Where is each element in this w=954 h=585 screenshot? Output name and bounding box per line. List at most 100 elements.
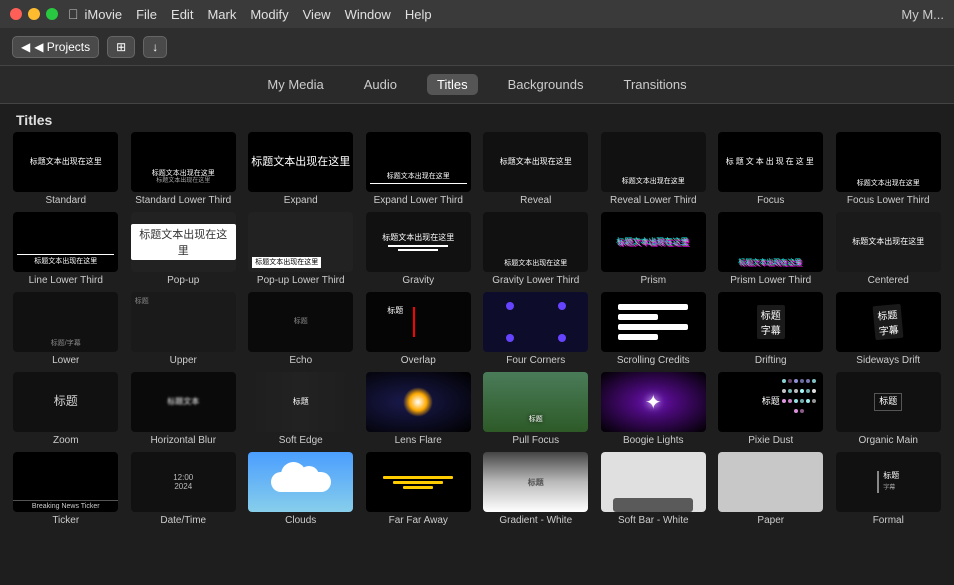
grid-item-overlap[interactable]: 标题Overlap (363, 292, 475, 366)
thumb-label-expand-lower-third: Expand Lower Third (374, 195, 463, 206)
grid-item-prism[interactable]: 标题文本出现在这里Prism (598, 212, 710, 286)
thumb-label-gravity: Gravity (402, 275, 434, 286)
grid-item-gradient-white[interactable]: 标题Gradient - White (480, 452, 592, 526)
thumb-label-prism: Prism (640, 275, 666, 286)
grid-item-drifting[interactable]: 标题字幕Drifting (715, 292, 827, 366)
tab-my-media[interactable]: My Media (257, 74, 333, 95)
minimize-button[interactable] (28, 8, 40, 20)
download-button[interactable]: ↓ (143, 36, 167, 58)
grid-item-pop-up[interactable]: 标题文本出现在这里Pop-up (128, 212, 240, 286)
close-button[interactable] (10, 8, 22, 20)
grid-item-centered[interactable]: 标题文本出现在这里Centered (833, 212, 945, 286)
grid-item-line-lower-third[interactable]: 标题文本出现在这里Line Lower Third (10, 212, 122, 286)
thumb-label-horizontal-blur: Horizontal Blur (150, 435, 216, 446)
grid-item-focus-lower-third[interactable]: 标题文本出现在这里Focus Lower Third (833, 132, 945, 206)
grid-view-button[interactable]: ⊞ (107, 36, 135, 58)
thumb-label-echo: Echo (289, 355, 312, 366)
thumb-label-pixie-dust: Pixie Dust (748, 435, 793, 446)
grid-item-far-far-away[interactable]: Far Far Away (363, 452, 475, 526)
back-icon: ◀ (21, 40, 30, 54)
grid-item-echo[interactable]: 标题Echo (245, 292, 357, 366)
grid-item-lower[interactable]: 标题/字幕Lower (10, 292, 122, 366)
grid-item-reveal[interactable]: 标题文本出现在这里Reveal (480, 132, 592, 206)
grid-item-clouds[interactable]: Clouds (245, 452, 357, 526)
thumb-label-soft-edge: Soft Edge (279, 435, 323, 446)
thumb-label-centered: Centered (868, 275, 909, 286)
tab-backgrounds[interactable]: Backgrounds (498, 74, 594, 95)
thumb-label-pop-up-lower-third: Pop-up Lower Third (257, 275, 345, 286)
thumb-label-zoom: Zoom (53, 435, 79, 446)
thumb-label-lens-flare: Lens Flare (395, 435, 442, 446)
window-title: My M... (901, 7, 944, 22)
section-title: Titles (0, 104, 954, 132)
thumb-label-pop-up: Pop-up (167, 275, 199, 286)
tab-audio[interactable]: Audio (354, 74, 407, 95)
grid-item-expand[interactable]: 标题文本出现在这里Expand (245, 132, 357, 206)
traffic-lights (10, 8, 58, 20)
thumb-label-pull-focus: Pull Focus (512, 435, 559, 446)
thumb-label-lower: Lower (52, 355, 79, 366)
thumb-label-organic-main: Organic Main (859, 435, 918, 446)
apple-logo-icon:  (68, 6, 79, 22)
grid-item-standard-lower-third[interactable]: 标题文本出现在这里标题文本出现在这里Standard Lower Third (128, 132, 240, 206)
nav-tabs: My Media Audio Titles Backgrounds Transi… (0, 66, 954, 104)
grid-item-prism-lower-third[interactable]: 标题文本出现在这里Prism Lower Third (715, 212, 827, 286)
thumb-label-clouds: Clouds (285, 515, 316, 526)
grid-item-lens-flare[interactable]: Lens Flare (363, 372, 475, 446)
grid-item-standard[interactable]: 标题文本出现在这里Standard (10, 132, 122, 206)
tab-titles[interactable]: Titles (427, 74, 478, 95)
grid-item-pop-up-lower-third[interactable]: 标题文本出现在这里Pop-up Lower Third (245, 212, 357, 286)
menu-view[interactable]: View (303, 7, 331, 22)
grid-item-focus[interactable]: 标题文本出现在这里Focus (715, 132, 827, 206)
grid-item-horizontal-blur[interactable]: 标题文本Horizontal Blur (128, 372, 240, 446)
grid-item-zoom[interactable]: 标题Zoom (10, 372, 122, 446)
titles-grid: 标题文本出现在这里Standard标题文本出现在这里标题文本出现在这里Stand… (10, 132, 944, 526)
menu-window[interactable]: Window (345, 7, 391, 22)
menu-edit[interactable]: Edit (171, 7, 193, 22)
grid-item-expand-lower-third[interactable]: 标题文本出现在这里Expand Lower Third (363, 132, 475, 206)
thumb-label-expand: Expand (284, 195, 318, 206)
grid-item-organic-main[interactable]: 标题Organic Main (833, 372, 945, 446)
thumb-label-reveal-lower-third: Reveal Lower Third (610, 195, 697, 206)
grid-item-pull-focus[interactable]: 标题Pull Focus (480, 372, 592, 446)
thumb-label-formal: Formal (873, 515, 904, 526)
thumb-label-paper: Paper (757, 515, 784, 526)
grid-item-date-time[interactable]: 12:002024Date/Time (128, 452, 240, 526)
grid-item-sideways-drift[interactable]: 标题字幕Sideways Drift (833, 292, 945, 366)
thumb-label-boogie-lights: Boogie Lights (623, 435, 684, 446)
grid-item-formal[interactable]: 标题字幕Formal (833, 452, 945, 526)
grid-item-four-corners[interactable]: Four Corners (480, 292, 592, 366)
grid-item-reveal-lower-third[interactable]: 标题文本出现在这里Reveal Lower Third (598, 132, 710, 206)
thumb-label-focus-lower-third: Focus Lower Third (847, 195, 930, 206)
thumb-label-four-corners: Four Corners (506, 355, 565, 366)
grid-item-ticker[interactable]: Breaking News TickerTicker (10, 452, 122, 526)
projects-label: ◀ Projects (34, 40, 90, 54)
grid-item-gravity-lower-third[interactable]: 标题文本出现在这里Gravity Lower Third (480, 212, 592, 286)
thumb-label-soft-bar-white: Soft Bar - White (618, 515, 689, 526)
grid-item-boogie-lights[interactable]: ✦Boogie Lights (598, 372, 710, 446)
grid-item-upper[interactable]: 标题Upper (128, 292, 240, 366)
menu-modify[interactable]: Modify (250, 7, 288, 22)
grid-item-soft-edge[interactable]: 标题Soft Edge (245, 372, 357, 446)
thumb-label-gradient-white: Gradient - White (499, 515, 572, 526)
projects-button[interactable]: ◀ ◀ Projects (12, 36, 99, 58)
titles-grid-container[interactable]: 标题文本出现在这里Standard标题文本出现在这里标题文本出现在这里Stand… (0, 132, 954, 577)
grid-item-paper[interactable]: Paper (715, 452, 827, 526)
grid-item-gravity[interactable]: 标题文本出现在这里Gravity (363, 212, 475, 286)
toolbar: ◀ ◀ Projects ⊞ ↓ (0, 28, 954, 66)
maximize-button[interactable] (46, 8, 58, 20)
download-icon: ↓ (152, 40, 158, 54)
thumb-label-standard: Standard (45, 195, 86, 206)
menu-help[interactable]: Help (405, 7, 432, 22)
grid-item-pixie-dust[interactable]: 标题Pixie Dust (715, 372, 827, 446)
grid-item-scrolling-credits[interactable]: Scrolling Credits (598, 292, 710, 366)
menu-file[interactable]: File (136, 7, 157, 22)
menu-mark[interactable]: Mark (207, 7, 236, 22)
grid-item-soft-bar-white[interactable]: Soft Bar - White (598, 452, 710, 526)
thumb-label-line-lower-third: Line Lower Third (29, 275, 103, 286)
thumb-label-prism-lower-third: Prism Lower Third (730, 275, 811, 286)
thumb-label-overlap: Overlap (401, 355, 436, 366)
tab-transitions[interactable]: Transitions (613, 74, 696, 95)
menu-imovie[interactable]: iMovie (85, 7, 123, 22)
thumb-label-reveal: Reveal (520, 195, 551, 206)
